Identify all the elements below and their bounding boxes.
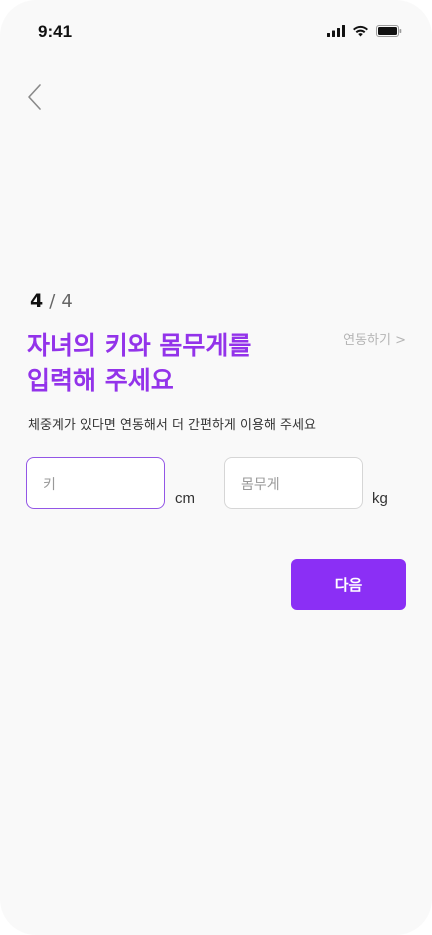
next-button[interactable]: 다음 <box>291 559 406 610</box>
connect-link[interactable]: 연동하기 > <box>343 329 406 348</box>
height-input[interactable]: 키 <box>26 457 165 509</box>
step-indicator: 4 / 4 <box>30 290 73 312</box>
weight-unit-label: kg <box>372 490 388 507</box>
page-subtitle: 체중계가 있다면 연동해서 더 간편하게 이용해 주세요 <box>28 418 316 433</box>
step-total: 4 <box>61 291 73 312</box>
weight-input[interactable]: 몸무게 <box>224 457 363 509</box>
page-title-line-1: 자녀의 키와 몸무게를 <box>27 331 252 360</box>
height-placeholder: 키 <box>43 477 56 493</box>
weight-placeholder: 몸무게 <box>241 477 280 493</box>
height-unit-label: cm <box>175 490 195 507</box>
page-title-line-2: 입력해 주세요 <box>27 366 174 395</box>
wifi-icon <box>353 25 368 37</box>
signal-icon <box>327 25 345 37</box>
back-button[interactable] <box>24 82 50 112</box>
step-separator: / <box>49 291 56 312</box>
status-icons <box>327 25 402 37</box>
chevron-left-icon <box>28 84 41 110</box>
status-time: 9:41 <box>38 22 73 41</box>
status-bar: 9:41 <box>0 0 432 60</box>
battery-icon <box>376 25 402 37</box>
step-current: 4 <box>30 290 44 312</box>
page-title: 자녀의 키와 몸무게를 입력해 주세요 <box>27 328 251 398</box>
phone-screen: 9:41 4 / 4 자녀의 키와 몸무게를 입력해 주세요 연동하기 > 체중… <box>0 0 432 935</box>
